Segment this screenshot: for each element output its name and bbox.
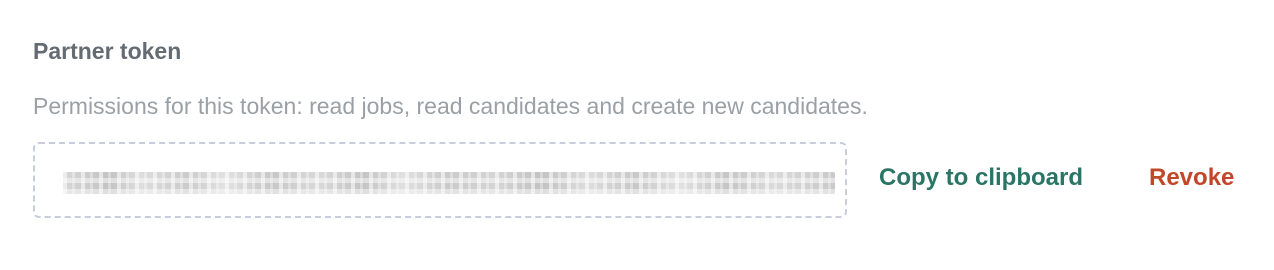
revoke-button[interactable]: Revoke [1149, 161, 1234, 195]
section-title: Partner token [33, 38, 182, 64]
partner-token-section: Partner token Permissions for this token… [33, 0, 1253, 270]
copy-to-clipboard-button[interactable]: Copy to clipboard [879, 161, 1083, 195]
token-value-redacted[interactable] [63, 172, 835, 194]
token-field[interactable] [33, 142, 847, 218]
token-permissions-description: Permissions for this token: read jobs, r… [33, 93, 868, 119]
